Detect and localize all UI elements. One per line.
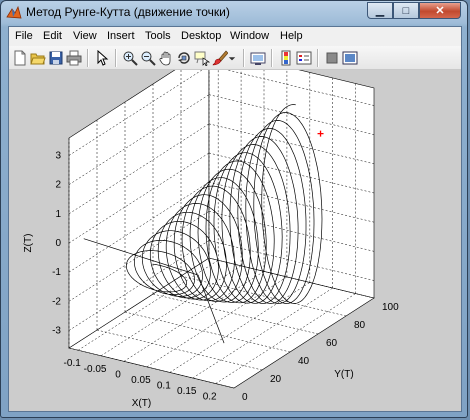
minimize-icon: ▁	[375, 5, 385, 17]
window-controls: ▁ □ ✕	[367, 2, 461, 20]
pointer-icon	[97, 50, 109, 66]
data-cursor-icon	[194, 51, 210, 66]
z-tick-label: 3	[55, 151, 61, 162]
menu-bar: File Edit View Insert Tools Desktop Wind…	[9, 27, 461, 46]
legend-icon	[296, 51, 312, 65]
x-tick-label: 0.2	[203, 392, 217, 403]
figure-toolbar	[9, 46, 461, 70]
z-tick-label: 0	[55, 238, 61, 249]
x-tick-label: 0.1	[157, 380, 171, 391]
rotate-3d-button[interactable]	[175, 49, 193, 67]
z-tick-label: -3	[52, 326, 61, 337]
figure-client-area: File Edit View Insert Tools Desktop Wind…	[8, 26, 462, 412]
menu-help[interactable]: Help	[280, 30, 303, 42]
print-button[interactable]	[65, 49, 83, 67]
y-tick-label: 60	[326, 338, 338, 349]
hide-plot-tools-button[interactable]	[323, 49, 341, 67]
save-icon	[49, 51, 63, 65]
pan-icon	[159, 51, 171, 66]
link-plot-icon	[250, 52, 266, 65]
menu-insert[interactable]: Insert	[107, 30, 135, 42]
open-file-icon	[30, 53, 46, 65]
chevron-down-icon	[228, 57, 236, 61]
z-tick-label: 2	[55, 180, 61, 191]
insert-colorbar-button[interactable]	[277, 49, 295, 67]
show-plot-tools-button[interactable]	[341, 49, 359, 67]
new-figure-icon	[14, 50, 26, 66]
brush-icon	[212, 50, 228, 66]
toolbar-separator	[243, 49, 245, 67]
z-tick-label: 1	[55, 209, 61, 220]
x-tick-label: 0	[115, 369, 121, 380]
y-tick-label: 80	[354, 320, 366, 331]
x-tick-label: 0.15	[177, 386, 197, 397]
y-tick-label: 20	[270, 374, 282, 385]
edit-plot-button[interactable]	[93, 49, 111, 67]
colorbar-icon	[281, 50, 291, 66]
y-tick-label: 0	[242, 392, 248, 403]
x-axis-label: X(T)	[132, 398, 151, 409]
menu-window[interactable]: Window	[230, 30, 269, 42]
y-tick-label: 100	[382, 302, 399, 313]
close-button[interactable]: ✕	[419, 2, 461, 19]
window-title: Метод Рунге-Кутта (движение точки)	[26, 5, 230, 19]
maximize-button[interactable]: □	[393, 2, 419, 19]
menu-file[interactable]: File	[15, 30, 33, 42]
brush-dropdown-button[interactable]	[227, 49, 237, 67]
insert-legend-button[interactable]	[295, 49, 313, 67]
x-tick-label: -0.05	[84, 364, 107, 375]
close-icon: ✕	[435, 5, 445, 17]
toolbar-separator	[271, 49, 273, 67]
menu-desktop[interactable]: Desktop	[181, 30, 221, 42]
figure-window: Метод Рунге-Кутта (движение точки) ▁ □ ✕…	[0, 0, 468, 418]
z-axis-label: Z(T)	[23, 234, 34, 253]
toolbar-separator	[87, 49, 89, 67]
menu-edit[interactable]: Edit	[43, 30, 62, 42]
z-tick-label: -1	[52, 267, 61, 278]
rotate-3d-icon	[178, 52, 190, 64]
y-tick-label: 40	[298, 356, 310, 367]
show-plot-tools-icon	[342, 51, 358, 65]
matlab-icon	[6, 5, 22, 19]
print-icon	[66, 50, 82, 66]
zoom-in-button[interactable]	[121, 49, 139, 67]
menu-tools[interactable]: Tools	[145, 30, 171, 42]
new-figure-button[interactable]	[11, 49, 29, 67]
x-tick-label: -0.1	[64, 358, 82, 369]
menu-view[interactable]: View	[73, 30, 97, 42]
toolbar-separator	[317, 49, 319, 67]
link-plot-button[interactable]	[249, 49, 267, 67]
data-cursor-button[interactable]	[193, 49, 211, 67]
z-tick-label: -2	[52, 296, 61, 307]
zoom-out-icon	[141, 51, 156, 66]
zoom-out-button[interactable]	[139, 49, 157, 67]
plot-3d-axes[interactable]: -0.1-0.0500.050.10.150.2 020406080100-3-2…	[9, 70, 461, 411]
y-axis-label: Y(T)	[334, 369, 353, 380]
hide-plot-tools-icon	[326, 52, 338, 64]
open-file-button[interactable]	[29, 49, 47, 67]
toolbar-separator	[115, 49, 117, 67]
title-bar[interactable]: Метод Рунге-Кутта (движение точки) ▁ □ ✕	[1, 1, 467, 25]
maximize-icon: □	[402, 4, 410, 17]
minimize-button[interactable]: ▁	[367, 2, 393, 19]
figure-canvas[interactable]: T=6.000 -0.1-0.0500.050.10.150.202040608…	[9, 70, 461, 411]
save-button[interactable]	[47, 49, 65, 67]
pan-button[interactable]	[157, 49, 175, 67]
zoom-in-icon	[123, 51, 138, 66]
x-tick-label: 0.05	[131, 375, 151, 386]
